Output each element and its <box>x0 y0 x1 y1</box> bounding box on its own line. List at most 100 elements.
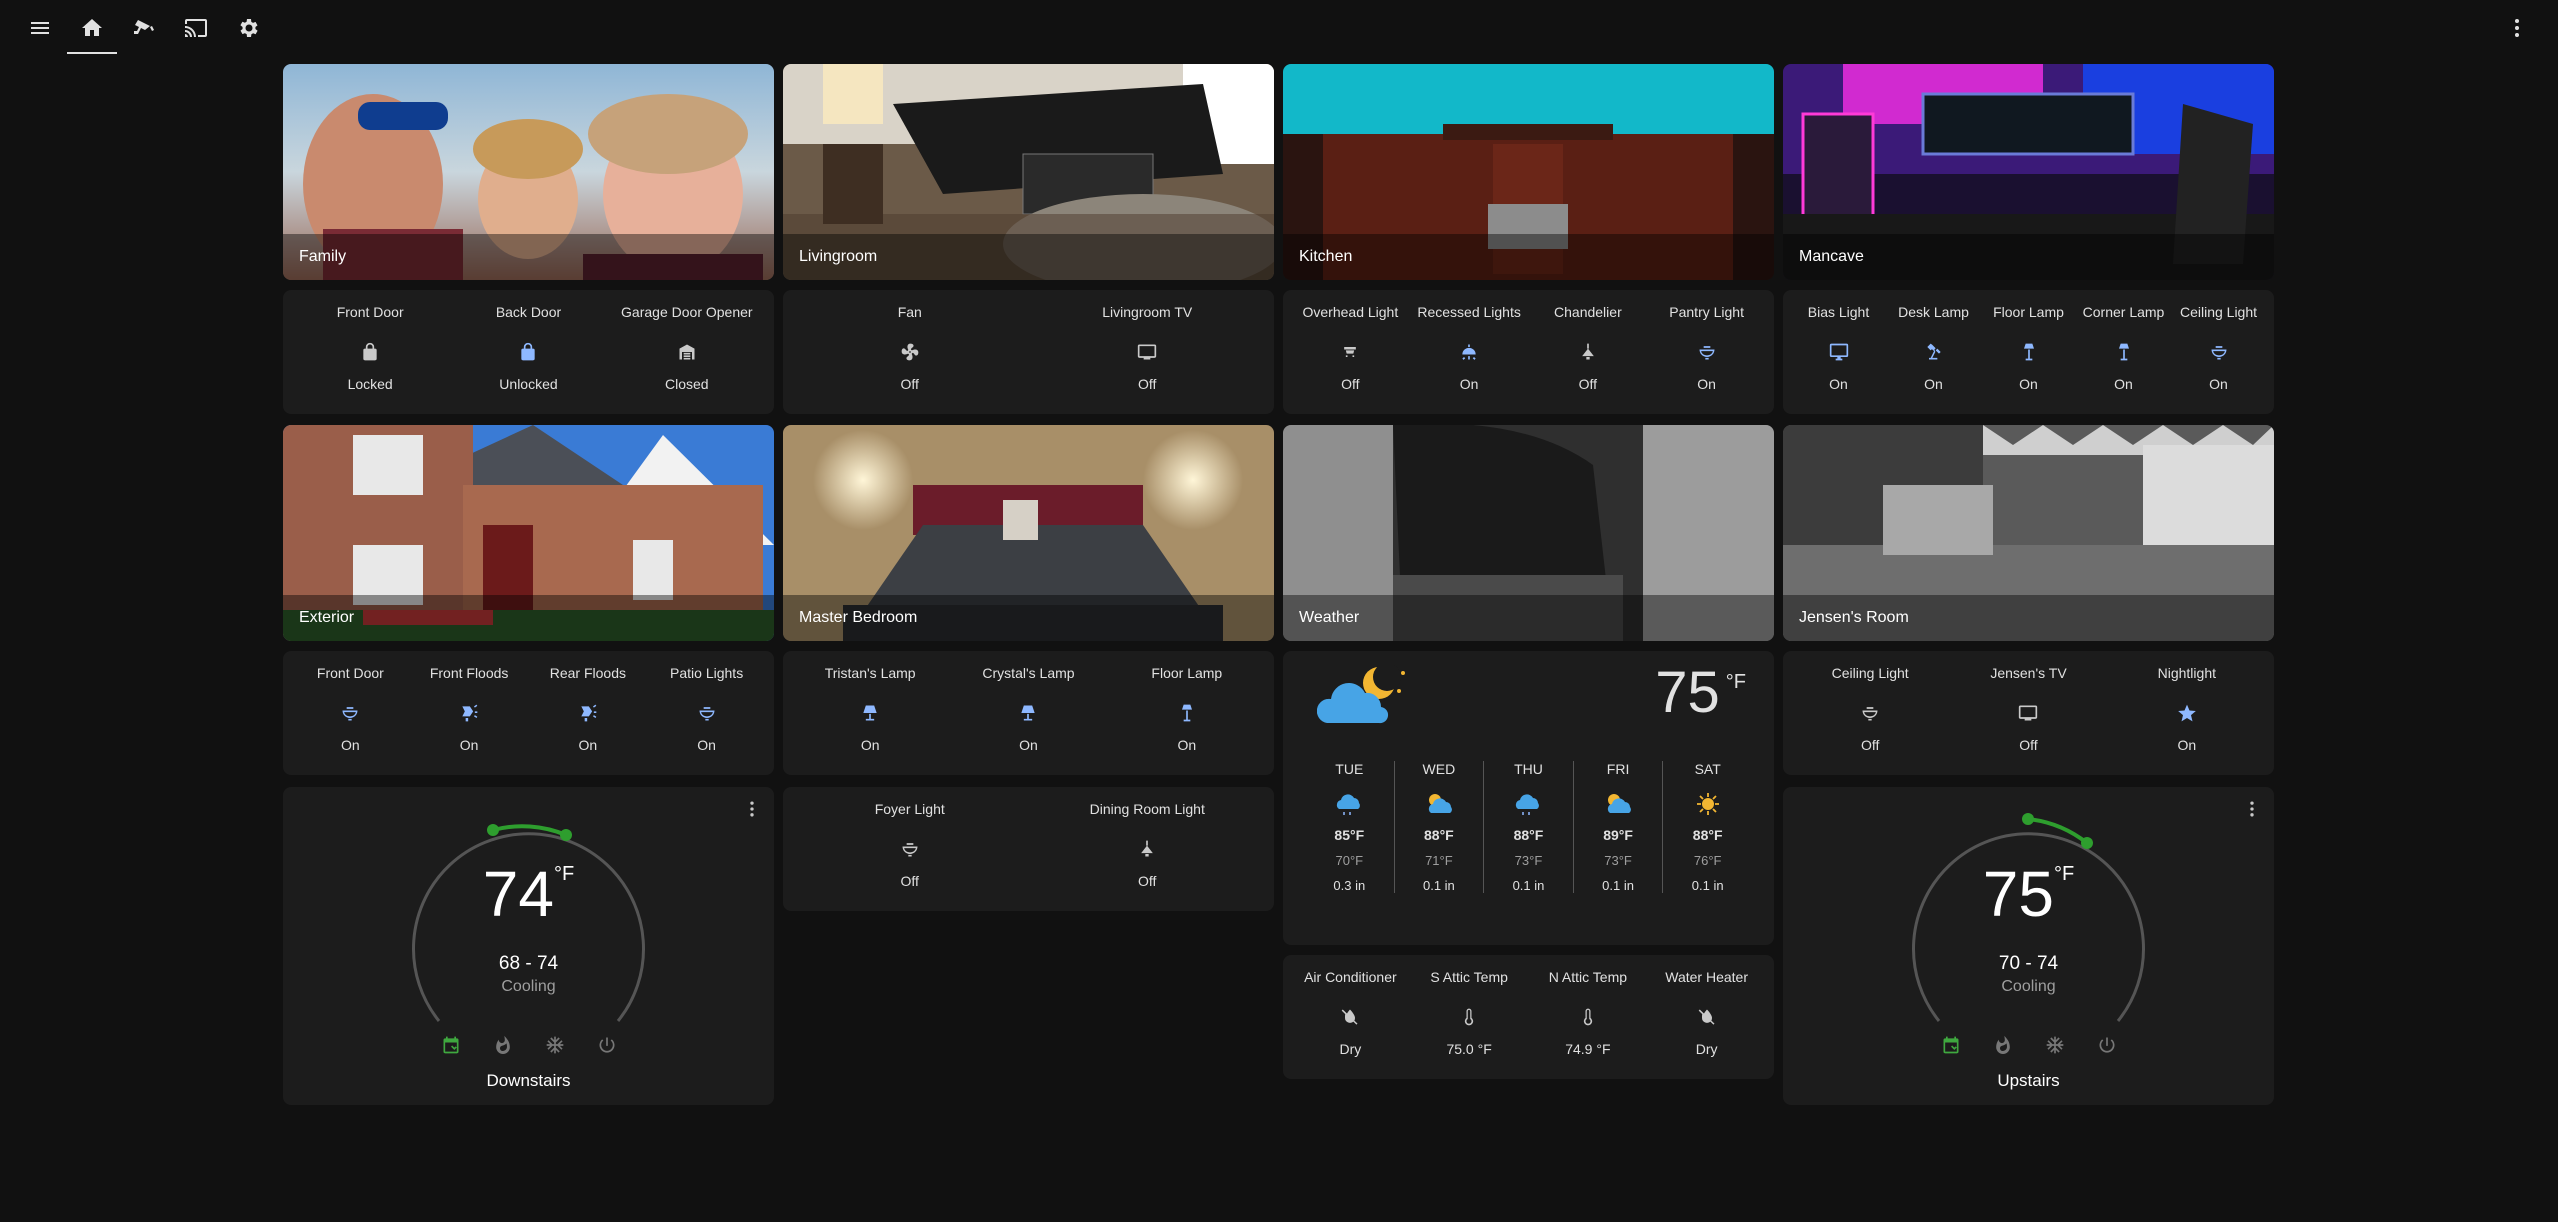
entity-water-heater-leak[interactable]: Water Heater Dry <box>1647 955 1766 1057</box>
forecast-low: 73°F <box>1604 853 1632 868</box>
forecast-low: 70°F <box>1335 853 1364 868</box>
fire-icon[interactable] <box>493 1035 513 1055</box>
entity-state: On <box>860 737 880 753</box>
entities-card-kitchen: Overhead Light Off Recessed Lights On Ch… <box>1283 290 1774 414</box>
entity-mancave-ceiling-light[interactable]: Ceiling Light On <box>2171 290 2266 392</box>
home-icon[interactable] <box>77 13 107 43</box>
forecast-high: 88°F <box>1513 827 1544 843</box>
desk-lamp-icon <box>1922 340 1946 364</box>
picture-card-title: Jensen's Room <box>1783 595 2274 641</box>
entities-card-foyer: Foyer Light Off Dining Room Light Off <box>783 787 1274 911</box>
picture-card-mancave[interactable]: Mancave <box>1783 64 2274 280</box>
floor-lamp-icon <box>2112 340 2136 364</box>
cast-icon[interactable] <box>181 13 211 43</box>
tv-icon <box>1135 340 1159 364</box>
entity-state: On <box>697 737 716 753</box>
entity-tristans-lamp[interactable]: Tristan's Lamp On <box>791 651 949 753</box>
setpoint-high-handle[interactable] <box>560 829 572 841</box>
power-icon[interactable] <box>2097 1035 2117 1055</box>
forecast-day-name: FRI <box>1606 761 1630 777</box>
entity-back-door-lock[interactable]: Back Door Unlocked <box>449 290 607 392</box>
entity-s-attic-temp[interactable]: S Attic Temp 75.0 °F <box>1410 955 1529 1057</box>
forecast-day: SAT 88°F 76°F 0.1 in <box>1662 761 1752 893</box>
forecast-high: 88°F <box>1424 827 1454 843</box>
entity-patio-lights[interactable]: Patio Lights On <box>647 651 766 753</box>
active-tab-indicator <box>67 52 117 54</box>
entity-name: Nightlight <box>2157 665 2216 681</box>
entity-foyer-light[interactable]: Foyer Light Off <box>791 787 1029 889</box>
entity-jensens-tv[interactable]: Jensen's TV Off <box>1949 651 2107 753</box>
picture-card-master-bedroom[interactable]: Master Bedroom <box>783 425 1274 641</box>
entity-name: Pantry Light <box>1669 304 1744 320</box>
spotlight-icon <box>1457 340 1481 364</box>
setpoint-low-handle[interactable] <box>2022 813 2034 825</box>
forecast-day: TUE 85°F 70°F 0.3 in <box>1305 761 1394 893</box>
entity-name: Jensen's TV <box>1990 665 2067 681</box>
entity-name: Recessed Lights <box>1417 304 1521 320</box>
entity-crystals-lamp[interactable]: Crystal's Lamp On <box>949 651 1107 753</box>
entity-state: Unlocked <box>499 376 558 392</box>
cctv-icon[interactable] <box>129 13 159 43</box>
picture-card-weather[interactable]: Weather <box>1283 425 1774 641</box>
sunny-icon <box>1696 793 1719 815</box>
entity-mancave-floor-lamp[interactable]: Floor Lamp On <box>1981 290 2076 392</box>
entity-state: On <box>1019 737 1038 753</box>
entity-chandelier[interactable]: Chandelier Off <box>1529 290 1648 392</box>
entity-corner-lamp[interactable]: Corner Lamp On <box>2076 290 2171 392</box>
fire-icon[interactable] <box>1993 1035 2013 1055</box>
picture-card-exterior[interactable]: Exterior <box>283 425 774 641</box>
forecast-day-name: THU <box>1514 761 1543 777</box>
more-vertical-icon[interactable] <box>2502 13 2532 43</box>
entity-name: Patio Lights <box>670 665 744 681</box>
weather-forecast-card[interactable]: 75 °F TUE 85°F 70°F 0.3 in WED 88°F 71°F … <box>1283 651 1774 945</box>
water-off-icon <box>1695 1005 1719 1029</box>
top-app-bar <box>0 0 2558 56</box>
entity-name: Desk Lamp <box>1898 304 1969 320</box>
entity-recessed-lights[interactable]: Recessed Lights On <box>1410 290 1529 392</box>
entity-bias-light[interactable]: Bias Light On <box>1791 290 1886 392</box>
entity-name: Front Floods <box>429 665 509 681</box>
entity-name: Bias Light <box>1807 304 1870 320</box>
gear-icon[interactable] <box>233 13 263 43</box>
entity-front-door-lock[interactable]: Front Door Locked <box>291 290 449 392</box>
snowflake-icon[interactable] <box>2045 1035 2065 1055</box>
entity-dining-room-light[interactable]: Dining Room Light Off <box>1029 787 1267 889</box>
menu-icon[interactable] <box>25 13 55 43</box>
entity-garage-door-opener[interactable]: Garage Door Opener Closed <box>608 290 766 392</box>
entity-state: Off <box>900 873 919 889</box>
entity-name: Rear Floods <box>549 665 626 681</box>
entity-pantry-light[interactable]: Pantry Light On <box>1647 290 1766 392</box>
power-icon[interactable] <box>597 1035 617 1055</box>
setpoint-high-handle[interactable] <box>2081 837 2093 849</box>
entity-name: N Attic Temp <box>1548 969 1628 985</box>
entity-fan[interactable]: Fan Off <box>791 290 1029 392</box>
entity-state: 75.0 °F <box>1446 1041 1492 1057</box>
entity-nightlight[interactable]: Nightlight On <box>2108 651 2266 753</box>
picture-card-livingroom[interactable]: Livingroom <box>783 64 1274 280</box>
entity-air-conditioner-leak[interactable]: Air Conditioner Dry <box>1291 955 1410 1057</box>
picture-card-kitchen[interactable]: Kitchen <box>1283 64 1774 280</box>
snowflake-icon[interactable] <box>545 1035 565 1055</box>
picture-card-family[interactable]: Family <box>283 64 774 280</box>
entity-front-floods[interactable]: Front Floods On <box>410 651 529 753</box>
entity-state: Off <box>1341 376 1360 392</box>
entity-rear-floods[interactable]: Rear Floods On <box>529 651 648 753</box>
entity-desk-lamp[interactable]: Desk Lamp On <box>1886 290 1981 392</box>
entity-livingroom-tv[interactable]: Livingroom TV Off <box>1029 290 1267 392</box>
bulb-bowl-icon <box>695 701 719 725</box>
entity-jensen-ceiling-light[interactable]: Ceiling Light Off <box>1791 651 1949 753</box>
more-vertical-icon[interactable] <box>2242 799 2262 819</box>
calendar-sync-icon[interactable] <box>1941 1035 1961 1055</box>
thermostat-name: Downstairs <box>486 1071 571 1090</box>
picture-card-jensens-room[interactable]: Jensen's Room <box>1783 425 2274 641</box>
more-vertical-icon[interactable] <box>742 799 762 819</box>
thermometer-icon <box>1457 1005 1481 1029</box>
forecast-low: 76°F <box>1693 853 1722 868</box>
entity-n-attic-temp[interactable]: N Attic Temp 74.9 °F <box>1529 955 1648 1057</box>
entity-front-door-light[interactable]: Front Door On <box>291 651 410 753</box>
entity-bedroom-floor-lamp[interactable]: Floor Lamp On <box>1108 651 1266 753</box>
entity-overhead-light[interactable]: Overhead Light Off <box>1291 290 1410 392</box>
entity-name: Crystal's Lamp <box>982 665 1075 681</box>
calendar-sync-icon[interactable] <box>441 1035 461 1055</box>
setpoint-low-handle[interactable] <box>487 824 499 836</box>
